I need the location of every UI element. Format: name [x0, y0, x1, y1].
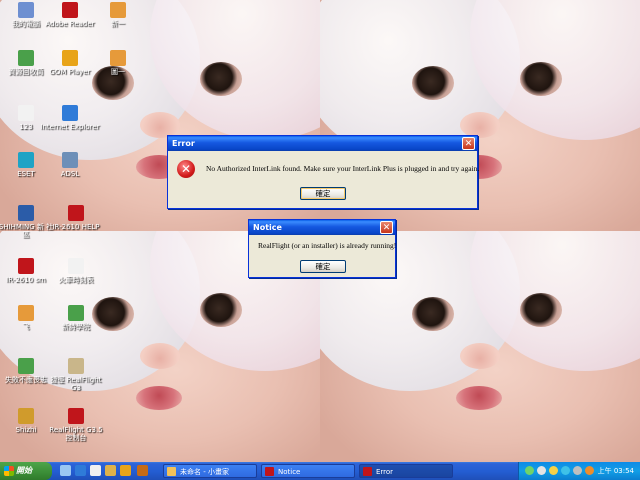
app-icon — [18, 152, 34, 168]
windows-flag-icon — [4, 466, 14, 476]
desktop-icon[interactable]: 捷徑 RealFlight G3 — [46, 358, 106, 392]
internet-explorer-icon[interactable] — [75, 465, 86, 476]
app-icon — [18, 258, 34, 274]
desktop-icon-label: Internet Explorer — [40, 123, 100, 131]
media-player-icon[interactable] — [120, 465, 131, 476]
desktop-icon-label: RealFlight G3.5 控制台 — [49, 426, 103, 442]
taskbar-item-notice[interactable]: Notice — [261, 464, 355, 478]
taskbar-item-label: Error — [376, 468, 394, 476]
app-icon — [18, 408, 34, 424]
app-icon — [68, 258, 84, 274]
network-icon[interactable] — [525, 466, 534, 475]
realflight-icon — [363, 467, 372, 476]
app-icon — [18, 358, 34, 374]
notice-ok-button[interactable]: 確定 — [300, 260, 346, 273]
desktop-icon[interactable]: ADSL — [40, 152, 100, 178]
error-icon: ✕ — [177, 160, 195, 178]
error-dialog-titlebar[interactable]: Error ✕ — [168, 136, 477, 151]
desktop-icon[interactable]: 新詩學院 — [46, 305, 106, 331]
desktop-icon-label: 新一 — [111, 20, 125, 28]
notice-message: RealFlight (or an installer) is already … — [258, 241, 397, 250]
app-icon — [62, 105, 78, 121]
desktop-icon-label: 圖一 — [111, 68, 125, 76]
taskbar: 開始 未命名 - 小畫家 Notice Error 上午 03:54 — [0, 462, 640, 480]
realflight-icon — [265, 467, 274, 476]
app-icon — [68, 305, 84, 321]
messenger-icon[interactable] — [561, 466, 570, 475]
notice-dialog-title: Notice — [253, 223, 282, 232]
system-tray: 上午 03:54 — [518, 462, 640, 480]
desktop-icon[interactable]: Internet Explorer — [40, 105, 100, 131]
notice-dialog-close-button[interactable]: ✕ — [380, 221, 393, 234]
error-message: No Authorized InterLink found. Make sure… — [206, 164, 480, 173]
quicklaunch-app-icon[interactable] — [137, 465, 148, 476]
app-icon — [62, 2, 78, 18]
error-dialog: Error ✕ ✕ No Authorized InterLink found.… — [167, 135, 480, 209]
error-dialog-title: Error — [172, 139, 195, 148]
folder-icon[interactable] — [105, 465, 116, 476]
app-icon — [62, 152, 78, 168]
show-desktop-icon[interactable] — [60, 465, 71, 476]
app-icon — [18, 305, 34, 321]
security-icon[interactable] — [549, 466, 558, 475]
notice-dialog-titlebar[interactable]: Notice ✕ — [249, 220, 395, 235]
app-icon — [110, 50, 126, 66]
app-icon — [110, 2, 126, 18]
desktop-icon-label: IR-2610 HELP — [52, 223, 100, 231]
volume-icon[interactable] — [537, 466, 546, 475]
app-icon — [18, 105, 34, 121]
app-icon — [18, 205, 34, 221]
desktop-icon-label: 新詩學院 — [62, 323, 90, 331]
taskbar-item-error[interactable]: Error — [359, 464, 453, 478]
start-button[interactable]: 開始 — [0, 462, 52, 480]
email-icon[interactable] — [90, 465, 101, 476]
app-icon — [68, 358, 84, 374]
desktop-icon[interactable]: RealFlight G3.5 控制台 — [46, 408, 106, 442]
tray-app-icon[interactable] — [585, 466, 594, 475]
app-icon — [18, 2, 34, 18]
app-icon — [18, 50, 34, 66]
desktop-icon-label: 火車時刻表 — [58, 276, 94, 284]
desktop-icon[interactable]: 新一 — [88, 2, 148, 28]
taskbar-item-label: Notice — [278, 468, 301, 476]
taskbar-item-paint[interactable]: 未命名 - 小畫家 — [163, 464, 257, 478]
error-ok-button[interactable]: 確定 — [300, 187, 346, 200]
desktop-icon-label: 捷徑 RealFlight G3 — [50, 376, 102, 392]
error-dialog-close-button[interactable]: ✕ — [462, 137, 475, 150]
start-label: 開始 — [16, 466, 32, 475]
app-icon — [62, 50, 78, 66]
app-icon — [68, 408, 84, 424]
desktop-icon-label: ADSL — [60, 170, 80, 178]
taskbar-item-label: 未命名 - 小畫家 — [180, 468, 229, 476]
app-icon — [68, 205, 84, 221]
tray-app-icon[interactable] — [573, 466, 582, 475]
paint-icon — [167, 467, 176, 476]
desktop-icon[interactable]: IR-2610 HELP — [46, 205, 106, 231]
desktop-icon[interactable]: 火車時刻表 — [46, 258, 106, 284]
notice-dialog: Notice ✕ RealFlight (or an installer) is… — [248, 219, 396, 278]
desktop-icon[interactable]: 圖一 — [88, 50, 148, 76]
clock: 上午 03:54 — [597, 467, 634, 475]
